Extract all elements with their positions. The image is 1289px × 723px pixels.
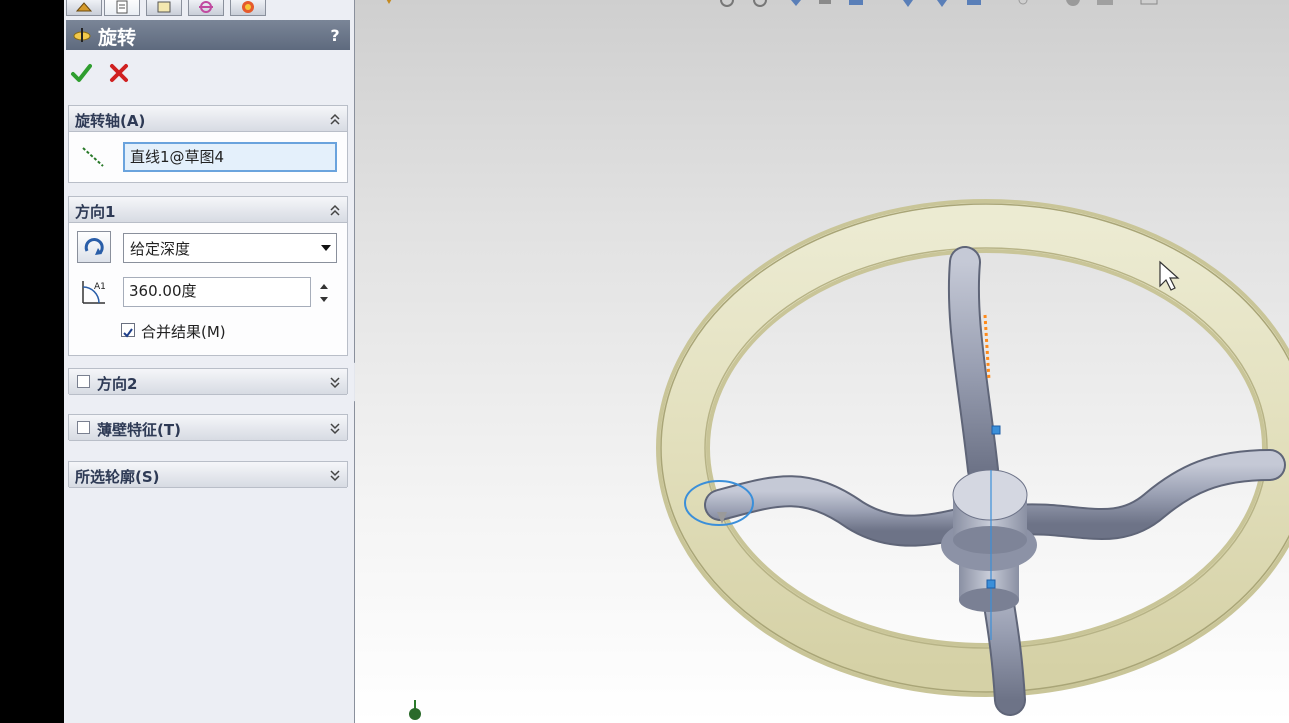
direction2-checkbox[interactable] (77, 375, 90, 388)
axis-line-icon (82, 147, 104, 167)
revolve-icon (73, 28, 91, 42)
group-title: 方向1 (75, 203, 116, 221)
feature-tree-icon (75, 1, 93, 11)
group-title: 旋转轴(A) (75, 112, 146, 130)
chevron-down-icon[interactable] (329, 375, 341, 389)
axis-selection-field[interactable]: 直线1@草图4 (123, 142, 337, 172)
steering-wheel-model[interactable] (355, 0, 1289, 723)
spoke-right[interactable] (999, 449, 1286, 540)
help-button[interactable]: ? (328, 26, 342, 45)
tab-configuration-manager[interactable] (146, 0, 182, 16)
spoke-top[interactable] (947, 246, 999, 486)
property-manager-panel: 旋转 ? 旋转轴(A) 直线1@草图4 方向1 给定深度 A1 360.00度 (64, 0, 355, 723)
tab-display-manager[interactable] (230, 0, 266, 16)
left-dark-strip (0, 0, 64, 723)
end-condition-value: 给定深度 (130, 240, 191, 258)
group-header[interactable]: 薄壁特征(T) (69, 415, 347, 441)
display-icon (242, 0, 254, 13)
graphics-viewport[interactable] (355, 0, 1289, 723)
group-direction2: 方向2 (68, 368, 348, 395)
axis-endpoint-handle[interactable] (991, 425, 1001, 435)
angle-input[interactable]: 360.00度 (123, 277, 311, 307)
cancel-button[interactable] (108, 62, 130, 84)
reverse-direction-button[interactable] (77, 231, 111, 263)
tab-dimxpert-manager[interactable] (188, 0, 224, 16)
tab-property-manager[interactable] (104, 0, 140, 16)
group-title: 方向2 (97, 375, 138, 393)
chevron-up-icon[interactable] (329, 203, 341, 217)
tab-feature-manager[interactable] (66, 0, 102, 16)
thin-feature-checkbox[interactable] (77, 421, 90, 434)
axis-endpoint-handle[interactable] (986, 579, 996, 589)
end-condition-select[interactable]: 给定深度 (123, 233, 337, 263)
group-title: 所选轮廓(S) (75, 468, 160, 486)
group-revolve-axis: 旋转轴(A) 直线1@草图4 (68, 105, 348, 183)
group-title: 薄壁特征(T) (97, 421, 181, 439)
feature-title: 旋转 (98, 27, 137, 49)
checkmark-icon (123, 328, 133, 338)
wheel-hub[interactable] (941, 469, 1037, 612)
chevron-down-icon[interactable] (329, 468, 341, 482)
dimxpert-icon (199, 0, 213, 13)
group-header[interactable]: 方向1 (69, 197, 347, 223)
ok-button[interactable] (70, 62, 92, 84)
group-direction1: 方向1 给定深度 A1 360.00度 合并结果(M) (68, 196, 348, 356)
group-selected-contours: 所选轮廓(S) (68, 461, 348, 488)
close-icon (110, 64, 128, 82)
checkmark-icon (71, 64, 92, 82)
group-header[interactable]: 旋转轴(A) (69, 106, 347, 132)
view-triad-icon (409, 700, 421, 720)
chevron-up-icon[interactable] (329, 112, 341, 126)
dropdown-arrow-icon (321, 245, 331, 251)
property-manager-header: 旋转 ? (66, 20, 350, 50)
manager-tabs (64, 0, 354, 18)
configuration-icon (157, 1, 171, 12)
spoke-left[interactable] (704, 475, 991, 547)
group-thin-feature: 薄壁特征(T) (68, 414, 348, 441)
angle-icon: A1 (82, 281, 106, 304)
rotate-arrow-icon (84, 238, 104, 255)
merge-result-checkbox[interactable] (121, 323, 135, 338)
group-header[interactable]: 方向2 (69, 369, 347, 395)
svg-text:A1: A1 (94, 282, 106, 292)
property-icon (116, 0, 128, 13)
group-header[interactable]: 所选轮廓(S) (69, 462, 347, 488)
angle-spinner[interactable] (317, 279, 331, 307)
chevron-down-icon[interactable] (329, 421, 341, 435)
merge-result-label: 合并结果(M) (141, 323, 226, 341)
